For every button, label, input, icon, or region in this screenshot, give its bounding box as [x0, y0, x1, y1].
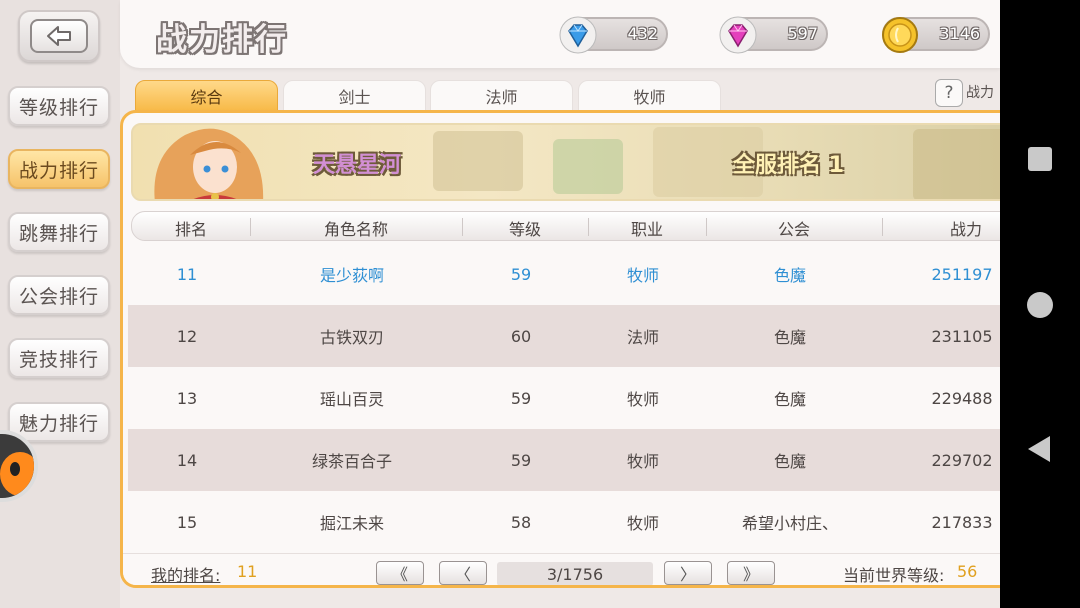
back-triangle-icon[interactable]: [1028, 436, 1050, 462]
first-page-button[interactable]: 《: [376, 561, 424, 585]
cell-level: 58: [510, 512, 532, 532]
cell-class: 牧师: [626, 266, 659, 285]
prev-page-button[interactable]: 〈: [439, 561, 487, 585]
pink-diamond-value: 597: [787, 24, 818, 43]
top-player-banner: 天悬星河 全服排名 1: [131, 123, 1000, 201]
currency-blue-diamond[interactable]: 432: [559, 16, 668, 54]
mascot-face-icon: [0, 452, 34, 496]
cell-name: 绿茶百合子: [311, 452, 392, 471]
column-header-class: 职业: [630, 220, 663, 239]
ranking-sidebar: 等级排行 战力排行 跳舞排行 公会排行 竞技排行 魅力排行: [0, 0, 120, 608]
column-header-level: 等级: [508, 220, 541, 239]
game-screen: 等级排行 战力排行 跳舞排行 公会排行 竞技排行 魅力排行 战力排行 432 5…: [0, 0, 1000, 608]
table-row-my-rank[interactable]: 11 是少荻啊 59 牧师 色魔 251197: [128, 243, 1000, 305]
cell-guild: 色魔: [773, 390, 806, 409]
blue-diamond-value: 432: [627, 24, 658, 43]
column-header-guild: 公会: [777, 220, 810, 239]
table-row[interactable]: 15 掘江未来 58 牧师 希望小村庄、 217833: [128, 491, 1000, 553]
cell-guild: 色魔: [773, 452, 806, 471]
cell-rank: 13: [176, 388, 198, 408]
blue-diamond-icon: [556, 13, 600, 57]
tab-mage[interactable]: 法师: [430, 80, 573, 112]
sidebar-item-dance-rank[interactable]: 跳舞排行: [8, 212, 110, 252]
cell-name: 古铁双刃: [319, 328, 384, 347]
column-header-rank: 排名: [174, 220, 207, 239]
page-indicator: 3/1756: [497, 562, 653, 585]
currency-gold-coin[interactable]: 3146: [882, 17, 990, 53]
cell-level: 59: [510, 388, 532, 408]
column-header-power: 战力: [949, 220, 982, 239]
cell-class: 牧师: [626, 452, 659, 471]
android-nav-bar: [1000, 0, 1080, 608]
cell-guild: 希望小村庄、: [741, 514, 838, 533]
cell-power: 217833: [931, 512, 993, 532]
cell-guild: 色魔: [773, 328, 806, 347]
cell-name: 掘江未来: [319, 514, 384, 533]
cell-power: 251197: [931, 264, 993, 284]
world-level-value: 56: [957, 562, 978, 581]
page-title: 战力排行: [156, 22, 288, 58]
header-bar: 战力排行 432 597 3146: [120, 0, 1000, 68]
help-icon[interactable]: ?: [935, 79, 963, 107]
cell-rank: 15: [176, 512, 198, 532]
cell-rank: 11: [176, 264, 198, 284]
sidebar-item-level-rank[interactable]: 等级排行: [8, 86, 110, 126]
cell-rank: 14: [176, 450, 198, 470]
cell-level: 59: [510, 450, 532, 470]
sidebar-item-guild-rank[interactable]: 公会排行: [8, 275, 110, 315]
my-rank-value: 11: [237, 562, 258, 581]
top-player-name: 天悬星河: [313, 153, 402, 178]
ranking-panel: 天悬星河 全服排名 1 排名 角色名称 等级 职业 公会 战力 11 是少荻啊 …: [120, 110, 1000, 588]
sidebar-item-arena-rank[interactable]: 竞技排行: [8, 338, 110, 378]
cell-level: 59: [510, 264, 532, 284]
currency-pink-diamond[interactable]: 597: [719, 16, 828, 54]
recent-apps-icon[interactable]: [1028, 147, 1052, 171]
cell-class: 法师: [626, 328, 659, 347]
last-page-button[interactable]: 》: [727, 561, 775, 585]
column-header-name: 角色名称: [323, 220, 388, 239]
server-rank-label: 全服排名 1: [733, 153, 844, 178]
cell-rank: 12: [176, 326, 198, 346]
cell-class: 牧师: [626, 514, 659, 533]
back-button[interactable]: [18, 10, 100, 62]
character-portrait-icon: [154, 128, 264, 199]
cell-power: 231105: [931, 326, 993, 346]
table-row[interactable]: 12 古铁双刃 60 法师 色魔 231105: [128, 305, 1000, 367]
table-row[interactable]: 13 瑶山百灵 59 牧师 色魔 229488: [128, 367, 1000, 429]
cell-power: 229488: [931, 388, 993, 408]
table-row[interactable]: 14 绿茶百合子 59 牧师 色魔 229702: [128, 429, 1000, 491]
cell-guild: 色魔: [773, 266, 806, 285]
gold-coin-value: 3146: [939, 24, 980, 43]
my-rank-label: 我的排名:: [151, 566, 221, 585]
next-page-button[interactable]: 〉: [664, 561, 712, 585]
home-icon[interactable]: [1027, 292, 1053, 318]
cell-level: 60: [510, 326, 532, 346]
world-level-label: 当前世界等级:: [843, 566, 945, 585]
pink-diamond-icon: [716, 13, 760, 57]
back-arrow-icon: [30, 19, 88, 53]
tab-priest[interactable]: 牧师: [578, 80, 721, 112]
tab-all[interactable]: 综合: [135, 80, 278, 112]
cell-power: 229702: [931, 450, 993, 470]
cell-class: 牧师: [626, 390, 659, 409]
pagination-footer: 我的排名: 11 《 〈 3/1756 〉 》 当前世界等级: 56: [123, 553, 1000, 585]
sidebar-item-power-rank[interactable]: 战力排行: [8, 149, 110, 189]
cell-name: 瑶山百灵: [319, 390, 384, 409]
table-header: 排名 角色名称 等级 职业 公会 战力: [131, 211, 1000, 241]
help-label: 战力: [966, 85, 994, 101]
gold-coin-icon: [878, 13, 922, 57]
mascot-eye-icon: [10, 462, 20, 476]
cell-name: 是少荻啊: [319, 266, 384, 285]
tab-swordsman[interactable]: 剑士: [283, 80, 426, 112]
